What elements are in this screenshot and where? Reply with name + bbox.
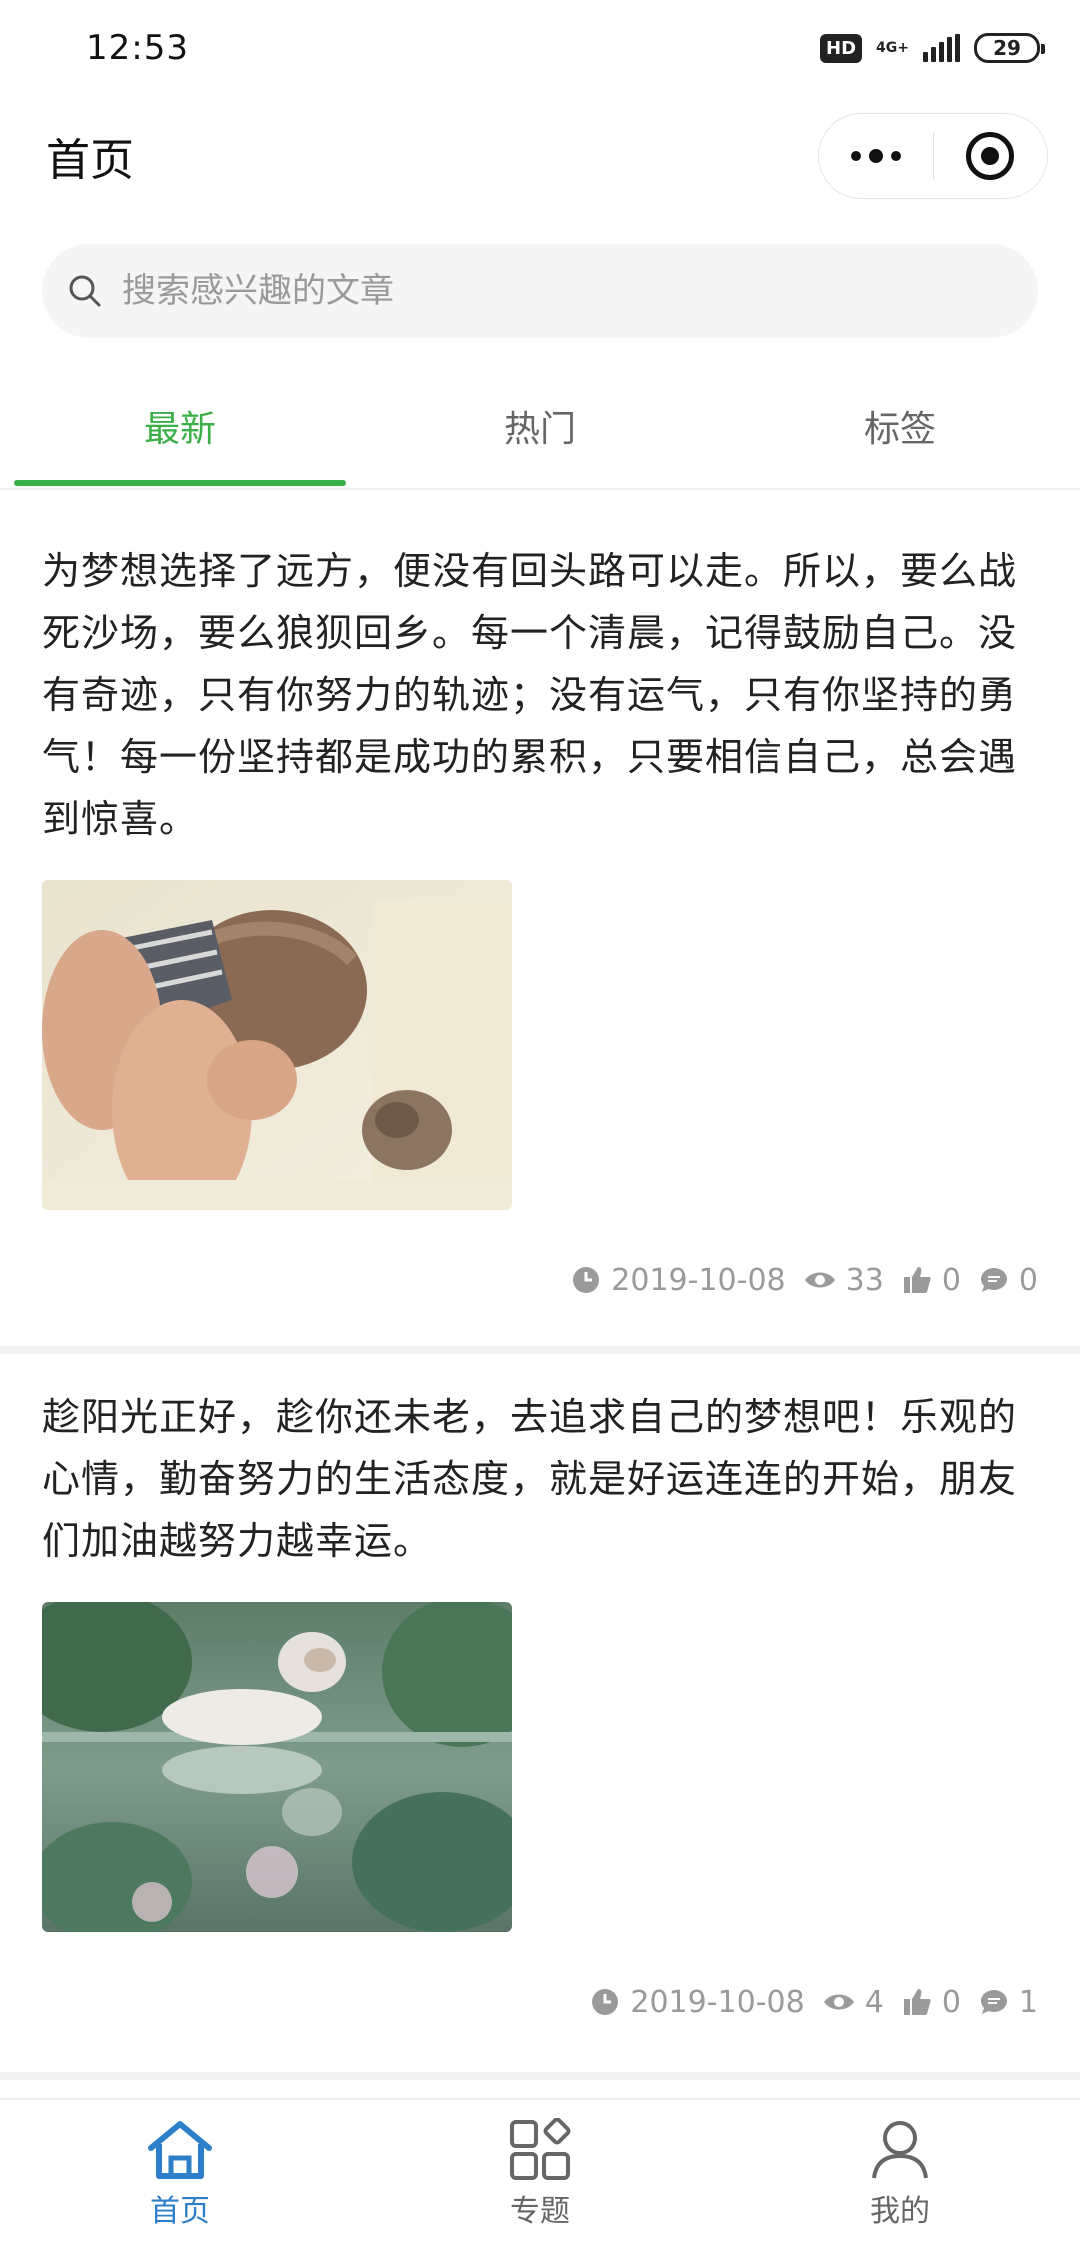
article-card[interactable]: 为梦想选择了远方，便没有回头路可以走。所以，要么战死沙场，要么狼狈回乡。每一个清…	[0, 490, 1080, 1346]
tabbar-label-mine: 我的	[870, 2194, 930, 2229]
view-count: 4	[864, 1984, 884, 2020]
eye-icon	[823, 1990, 855, 2014]
like-count: 0	[941, 1984, 961, 2020]
article-card[interactable]: 趁阳光正好，趁你还未老，去追求自己的梦想吧！乐观的心情，勤奋努力的生活态度，就是…	[0, 1354, 1080, 2072]
article-text: 为梦想选择了远方，便没有回头路可以走。所以，要么战死沙场，要么狼狈回乡。每一个清…	[42, 549, 1018, 841]
status-indicators: HD 4G+ 29	[820, 33, 1045, 63]
tab-hot[interactable]: 热门	[360, 364, 720, 488]
article-divider	[0, 1346, 1080, 1354]
clock-icon	[590, 1987, 620, 2017]
grid-icon	[510, 2118, 571, 2180]
article-feed: 为梦想选择了远方，便没有回头路可以走。所以，要么战死沙场，要么狼狈回乡。每一个清…	[0, 490, 1080, 2080]
article-text: 趁阳光正好，趁你还未老，去追求自己的梦想吧！乐观的心情，勤奋努力的生活态度，就是…	[42, 1395, 1018, 1563]
article-date: 2019-10-08	[630, 1984, 805, 2020]
status-time: 12:53	[86, 28, 189, 68]
article-meta: 2019-10-08 4 0 1	[42, 1972, 1038, 2032]
tabbar-label-home: 首页	[150, 2194, 210, 2229]
thumbs-up-icon[interactable]	[902, 1265, 932, 1295]
article-image[interactable]	[42, 880, 512, 1210]
tabbar-item-mine[interactable]: 我的	[720, 2100, 1080, 2248]
search-input[interactable]	[120, 270, 980, 312]
article-image[interactable]	[42, 1602, 512, 1932]
bottom-tab-bar: 首页 专题 我的	[0, 2098, 1080, 2248]
target-icon	[966, 132, 1015, 180]
hd-icon: HD	[820, 33, 863, 63]
article-date: 2019-10-08	[611, 1262, 786, 1298]
tabbar-label-topics: 专题	[510, 2194, 570, 2229]
active-tab-indicator	[14, 480, 346, 486]
search-box[interactable]	[42, 244, 1038, 338]
mini-program-capsule	[818, 113, 1048, 199]
network-type: 4G+	[876, 40, 909, 56]
status-bar: 12:53 HD 4G+ 29	[0, 0, 1080, 96]
page-title: 首页	[46, 135, 134, 186]
article-divider	[0, 2072, 1080, 2080]
more-dots-icon	[850, 149, 901, 163]
search-icon	[69, 275, 101, 307]
user-icon	[872, 2121, 928, 2179]
close-mini-program-button[interactable]	[934, 114, 1048, 198]
tabbar-item-topics[interactable]: 专题	[360, 2100, 720, 2248]
category-tabs: 最新 热门 标签	[0, 364, 1080, 490]
search-bar	[42, 244, 1038, 338]
battery-level: 29	[993, 36, 1021, 60]
comment-count: 0	[1018, 1262, 1038, 1298]
home-icon	[148, 2121, 212, 2179]
comment-icon[interactable]	[979, 1265, 1009, 1295]
article-meta: 2019-10-08 33 0 0	[42, 1250, 1038, 1310]
eye-icon	[804, 1268, 836, 1292]
battery-icon: 29	[974, 33, 1045, 63]
comment-icon[interactable]	[979, 1987, 1009, 2017]
thumbs-up-icon[interactable]	[902, 1987, 932, 2017]
like-count: 0	[941, 1262, 961, 1298]
tab-tags[interactable]: 标签	[720, 364, 1080, 488]
girl-with-kitten-photo	[42, 880, 512, 1210]
comment-count: 1	[1018, 1984, 1038, 2020]
clock-icon	[571, 1265, 601, 1295]
tab-latest[interactable]: 最新	[0, 364, 360, 488]
cat-reflection-photo	[42, 1602, 512, 1932]
more-button[interactable]	[819, 114, 933, 198]
tabbar-item-home[interactable]: 首页	[0, 2100, 360, 2248]
nav-bar: 首页	[0, 96, 1080, 216]
view-count: 33	[845, 1262, 884, 1298]
signal-icon	[923, 34, 960, 62]
